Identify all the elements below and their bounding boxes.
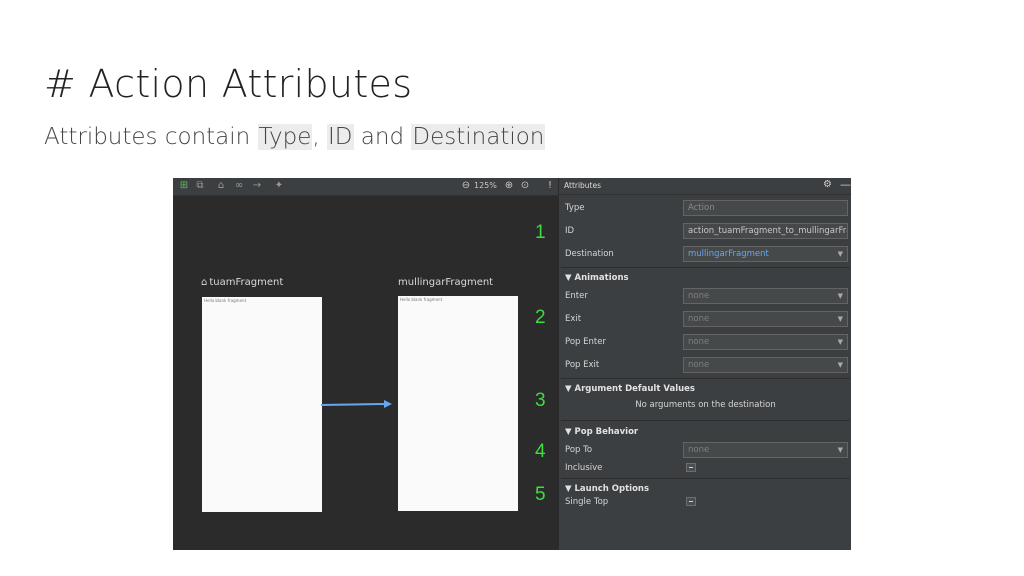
zoom-level: 125% [474, 181, 497, 190]
pop-enter-select[interactable]: none ▼ [683, 334, 848, 350]
inclusive-checkbox[interactable] [686, 463, 696, 472]
tuam-fragment-label: ⌂ tuamFragment [201, 277, 283, 288]
divider [561, 420, 850, 421]
attributes-panel: Attributes ⚙ — Type Action ID action_tua… [558, 178, 851, 550]
pop-enter-label: Pop Enter [565, 337, 606, 347]
destination-label: Destination [565, 249, 614, 259]
divider [561, 267, 850, 268]
pop-to-label: Pop To [565, 445, 593, 455]
zoom-out-icon[interactable]: ⊖ [460, 180, 472, 192]
pop-to-select[interactable]: none ▼ [683, 442, 848, 458]
minimize-icon[interactable]: — [840, 178, 851, 191]
info-icon[interactable]: ! [545, 180, 555, 192]
enter-value: none [688, 291, 710, 301]
single-top-label: Single Top [565, 497, 609, 507]
subtitle-prefix: Attributes contain [44, 124, 258, 150]
attributes-header: Attributes ⚙ — [559, 178, 851, 195]
type-label: Type [565, 203, 585, 213]
type-field[interactable]: Action [683, 200, 848, 216]
annotation-number-1: 1 [535, 222, 546, 243]
launch-options-section-header[interactable]: ▼ Launch Options [565, 484, 649, 494]
home-icon[interactable]: ⌂ [215, 180, 227, 192]
gear-icon[interactable]: ⚙ [823, 179, 832, 190]
id-field[interactable]: action_tuamFragment_to_mullingarFrag [683, 223, 848, 239]
subtitle-destination: Destination [411, 124, 546, 150]
pop-exit-select[interactable]: none ▼ [683, 357, 848, 373]
mullingar-fragment-label: mullingarFragment [398, 277, 494, 288]
chevron-down-icon: ▼ [837, 446, 843, 454]
annotation-number-5: 5 [535, 484, 546, 505]
subtitle-type: Type [257, 124, 313, 150]
exit-select[interactable]: none ▼ [683, 311, 848, 327]
pop-enter-value: none [688, 337, 710, 347]
attributes-title: Attributes [564, 181, 602, 190]
zoom-fit-icon[interactable]: ⊙ [519, 180, 531, 192]
exit-value: none [688, 314, 710, 324]
destination-select[interactable]: mullingarFragment ▼ [683, 246, 848, 262]
subtitle-id: ID [327, 124, 354, 150]
divider [561, 478, 850, 479]
tuam-fragment-name: tuamFragment [209, 277, 284, 288]
destination-value: mullingarFragment [688, 249, 769, 259]
slide-subtitle: Attributes contain Type, ID and Destinat… [44, 124, 546, 150]
chevron-down-icon: ▼ [837, 361, 843, 369]
zoom-in-icon[interactable]: ⊕ [503, 180, 515, 192]
enter-label: Enter [565, 291, 588, 301]
link-icon[interactable]: ∞ [233, 180, 245, 192]
chevron-down-icon: ▼ [837, 292, 843, 300]
pop-exit-label: Pop Exit [565, 360, 600, 370]
annotation-number-3: 3 [535, 390, 546, 411]
argument-defaults-section-header[interactable]: ▼ Argument Default Values [565, 384, 695, 394]
id-label: ID [565, 226, 575, 236]
subtitle-sep2: and [353, 124, 412, 150]
graph-toolbar: ⊞ ⧉ ⌂ ∞ → ✦ ⊖ 125% ⊕ ⊙ ! [173, 178, 558, 196]
nested-graph-icon[interactable]: ⧉ [194, 180, 206, 192]
pop-exit-value: none [688, 360, 710, 370]
subtitle-sep1: , [312, 124, 327, 150]
enter-select[interactable]: none ▼ [683, 288, 848, 304]
tuam-fragment-preview[interactable]: Hello blank fragment [202, 297, 322, 512]
mullingar-fragment-preview[interactable]: Hello blank fragment [398, 296, 518, 511]
chevron-down-icon: ▼ [837, 250, 843, 258]
inclusive-label: Inclusive [565, 463, 603, 473]
pop-to-value: none [688, 445, 710, 455]
chevron-down-icon: ▼ [837, 338, 843, 346]
no-arguments-text: No arguments on the destination [635, 400, 776, 410]
start-destination-icon: ⌂ [201, 277, 208, 288]
mullingar-fragment-inner-text: Hello blank fragment [400, 297, 443, 302]
graph-canvas[interactable]: ⊞ ⧉ ⌂ ∞ → ✦ ⊖ 125% ⊕ ⊙ ! ⌂ tuamFragment H… [173, 178, 558, 550]
annotation-number-4: 4 [535, 441, 546, 462]
navigation-editor-screenshot: ⊞ ⧉ ⌂ ∞ → ✦ ⊖ 125% ⊕ ⊙ ! ⌂ tuamFragment H… [173, 178, 851, 550]
single-top-checkbox[interactable] [686, 497, 696, 506]
slide-title: # Action Attributes [44, 62, 413, 106]
animations-section-header[interactable]: ▼ Animations [565, 273, 629, 283]
exit-label: Exit [565, 314, 582, 324]
annotation-number-2: 2 [535, 307, 546, 328]
auto-arrange-icon[interactable]: ✦ [273, 180, 285, 192]
divider [561, 378, 850, 379]
chevron-down-icon: ▼ [837, 315, 843, 323]
action-arrow-icon[interactable]: → [251, 180, 263, 192]
tuam-fragment-inner-text: Hello blank fragment [204, 298, 247, 303]
action-arrow[interactable] [318, 396, 398, 412]
add-destination-icon[interactable]: ⊞ [178, 180, 190, 192]
pop-behavior-section-header[interactable]: ▼ Pop Behavior [565, 427, 638, 437]
